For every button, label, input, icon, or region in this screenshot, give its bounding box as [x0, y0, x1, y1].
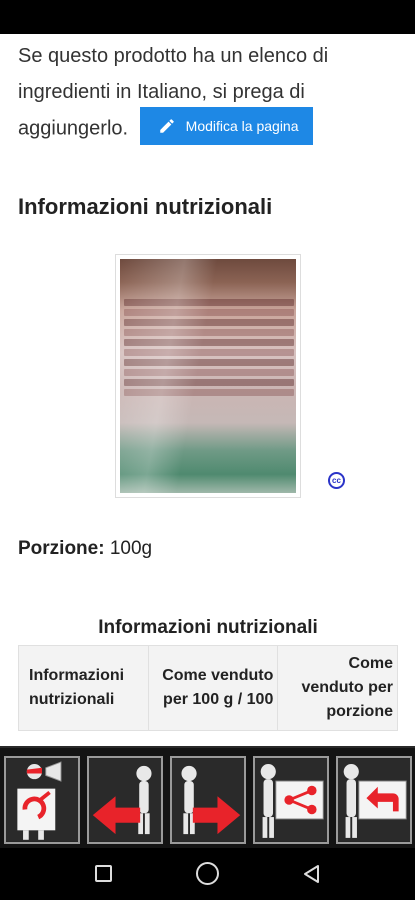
table-header-row: Informazioni nutrizionali Come venduto p… — [18, 645, 398, 731]
arrow-left-icon — [89, 758, 161, 842]
nutrition-table: Informazioni nutrizionali Come venduto p… — [18, 645, 398, 731]
product-page-content[interactable]: Se questo prodotto ha un elenco di ingre… — [0, 34, 415, 746]
toolbar-mascot-button[interactable] — [4, 756, 80, 844]
table-header-per-100g: Come venduto per 100 g / 100 — [147, 645, 279, 731]
nutrition-section-title: Informazioni nutrizionali — [18, 194, 273, 219]
bottom-toolbar — [0, 746, 415, 848]
home-icon[interactable] — [196, 862, 219, 885]
toolbar-share-button[interactable] — [253, 756, 329, 844]
ingredients-note: Se questo prodotto ha un elenco di ingre… — [18, 38, 403, 148]
arrow-right-icon — [172, 758, 244, 842]
back-icon — [338, 758, 410, 842]
nutrition-table-caption: Informazioni nutrizionali — [98, 617, 318, 638]
table-header-nutrition: Informazioni nutrizionali — [18, 645, 149, 731]
creative-commons-icon[interactable]: cc — [328, 472, 345, 489]
recent-apps-icon[interactable] — [95, 865, 112, 882]
edit-page-label: Modifica la pagina — [185, 118, 299, 134]
table-header-per-portion: Come venduto per porzione — [277, 645, 398, 731]
portion-value: 100g — [109, 538, 153, 559]
nutrition-label-image — [120, 259, 296, 493]
edit-page-button[interactable]: Modifica la pagina — [139, 107, 313, 145]
share-icon — [255, 758, 327, 842]
toolbar-next-button[interactable] — [170, 756, 246, 844]
portion-label: Porzione: — [18, 538, 105, 559]
toolbar-back-button[interactable] — [336, 756, 412, 844]
nutrition-label-photo[interactable] — [115, 254, 301, 498]
pencil-icon — [159, 119, 174, 133]
status-bar — [0, 0, 415, 34]
mascot-megaphone-icon — [6, 758, 78, 842]
back-icon[interactable] — [302, 864, 320, 884]
portion-size: Porzione: 100g — [18, 538, 152, 560]
toolbar-previous-button[interactable] — [87, 756, 163, 844]
android-navigation-bar — [0, 848, 415, 900]
